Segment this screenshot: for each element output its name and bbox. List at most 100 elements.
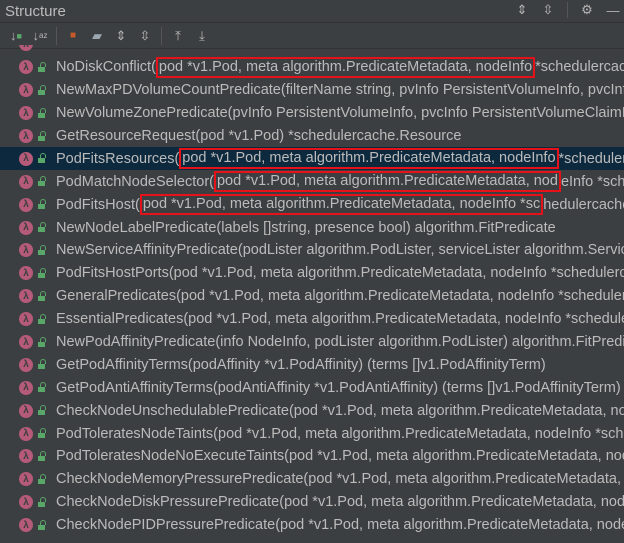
function-signature: pod *v1.Pod, meta algorithm.PredicateMet…: [284, 494, 624, 511]
function-item[interactable]: λ CheckNodePIDPressurePredicate(pod *v1.P…: [0, 514, 624, 537]
function-name: NewServiceAffinityPredicate(: [56, 242, 243, 259]
function-signature: pod *v1.Pod, meta algorithm.PredicateMet…: [188, 311, 624, 328]
function-signature: podLister algorithm.PodLister, serviceLi…: [242, 242, 624, 259]
function-lambda-icon: λ: [19, 106, 33, 121]
function-lambda-icon: λ: [19, 403, 33, 418]
public-lock-icon: [38, 176, 47, 187]
function-lambda-icon: λ: [19, 197, 33, 212]
function-lambda-icon: λ: [19, 83, 33, 98]
function-item[interactable]: λ GeneralPredicates(pod *v1.Pod, meta alg…: [0, 285, 624, 308]
function-lambda-icon: λ: [19, 357, 33, 372]
public-lock-icon: [38, 130, 47, 141]
function-lambda-icon: λ: [19, 472, 33, 487]
divider: [567, 2, 568, 18]
function-signature: podAffinity *v1.PodAffinity) (terms []v1…: [192, 356, 546, 373]
function-signature: pod *v1.Pod, meta algorithm.PredicateMet…: [173, 265, 624, 282]
function-item[interactable]: λ CheckNodeUnschedulablePredicate(pod *v1…: [0, 399, 624, 422]
function-item[interactable]: λ PodFitsHost(pod *v1.Pod, meta algorithm…: [0, 193, 624, 216]
public-lock-icon: [38, 107, 47, 118]
public-lock-icon: [38, 382, 47, 393]
function-signature: hedulercache.NodeInfo: [543, 196, 624, 213]
function-lambda-icon: λ: [19, 220, 33, 235]
function-lambda-icon: λ: [19, 174, 33, 189]
function-item[interactable]: λ EssentialPredicates(pod *v1.Pod, meta a…: [0, 308, 624, 331]
function-lambda-icon: λ: [19, 129, 33, 143]
function-item[interactable]: λ NoDiskConflict(pod *v1.Pod, meta algori…: [0, 56, 624, 79]
function-item[interactable]: λ CheckNodeMemoryPressurePredicate(pod *v…: [0, 468, 624, 491]
public-lock-icon: [38, 313, 47, 324]
function-name: PodFitsHost(: [56, 196, 140, 213]
function-lambda-icon: λ: [19, 380, 33, 395]
public-lock-icon: [38, 84, 47, 95]
function-lambda-icon: λ: [19, 266, 33, 281]
function-item[interactable]: λ GetResourceRequest(pod *v1.Pod) *schedu…: [0, 125, 624, 148]
sort-alphabetically-icon[interactable]: ↓ az: [28, 26, 52, 46]
function-signature: *schedulercache.NodeInfo: [558, 150, 624, 167]
public-lock-icon: [38, 450, 47, 461]
collapse-all-icon[interactable]: ⇳: [541, 2, 555, 17]
function-name: NewNodeLabelPredicate(: [56, 219, 222, 236]
collapse-all-icon[interactable]: ⇳: [133, 26, 157, 46]
function-lambda-icon: λ: [19, 495, 33, 510]
function-name: EssentialPredicates(: [56, 311, 189, 328]
function-item[interactable]: λ PodFitsHostPorts(pod *v1.Pod, meta algo…: [0, 262, 624, 285]
function-lambda-icon: λ: [19, 335, 33, 350]
function-signature: pod *v1.Pod, meta algorithm.PredicateMet…: [288, 448, 624, 465]
highlight-box: pod *v1.Pod, meta algorithm.PredicateMet…: [155, 56, 536, 78]
highlight-box: pod *v1.Pod, meta algorithm.PredicateMet…: [213, 171, 561, 193]
function-signature: pvInfo PersistentVolumeInfo, pvcInfo Per…: [232, 105, 624, 122]
expand-all-icon[interactable]: ⇕: [515, 2, 529, 17]
function-lambda-icon: λ: [19, 243, 33, 258]
show-fields-icon[interactable]: ▰: [85, 26, 109, 46]
autoscroll-to-source-icon[interactable]: ⤒: [166, 26, 190, 46]
function-name: NoDiskConflict(: [56, 59, 156, 76]
function-lambda-icon: λ: [19, 449, 33, 464]
structure-panel-header: Structure ⇕ ⇳ ⚙ —: [0, 0, 624, 22]
function-name: CheckNodeDiskPressurePredicate(: [56, 494, 285, 511]
function-name: GetPodAntiAffinityTerms(: [56, 379, 218, 396]
expand-all-icon[interactable]: ⇕: [109, 26, 133, 46]
list-item-partial[interactable]: λ: [0, 45, 624, 56]
divider: [56, 26, 57, 45]
function-signature: filterName string, pvInfo PersistentVolu…: [285, 82, 624, 99]
public-lock-icon: [38, 222, 47, 233]
gear-icon[interactable]: ⚙: [580, 2, 594, 17]
function-item[interactable]: λ PodMatchNodeSelector(pod *v1.Pod, meta …: [0, 170, 624, 193]
structure-tree[interactable]: λ λNoDiskConflict(pod *v1.Pod, meta algo…: [0, 45, 624, 543]
function-lambda-icon: λ: [19, 518, 33, 533]
function-item[interactable]: λ NewServiceAffinityPredicate(podLister a…: [0, 239, 624, 262]
public-lock-icon: [38, 405, 47, 416]
function-item[interactable]: λ CheckNodeDiskPressurePredicate(pod *v1.…: [0, 491, 624, 514]
function-item[interactable]: λ PodToleratesNodeNoExecuteTaints(pod *v1…: [0, 445, 624, 468]
public-lock-icon: [38, 290, 47, 301]
function-item[interactable]: λ NewNodeLabelPredicate(labels []string, …: [0, 216, 624, 239]
function-signature: eInfo *schedulercache.NodeInfo: [560, 173, 624, 190]
function-signature: podAntiAffinity *v1.PodAntiAffinity) (te…: [217, 379, 621, 396]
function-item[interactable]: λ NewVolumeZonePredicate(pvInfo Persisten…: [0, 102, 624, 125]
function-name: GetResourceRequest(: [56, 128, 201, 144]
autoscroll-from-source-icon[interactable]: ⤓: [190, 26, 214, 46]
function-name: CheckNodeMemoryPressurePredicate(: [56, 471, 309, 488]
public-lock-icon: [38, 267, 47, 278]
function-name: PodFitsHostPorts(: [56, 265, 174, 282]
public-lock-icon: [38, 496, 47, 507]
show-non-public-icon[interactable]: ■: [61, 26, 85, 46]
public-lock-icon: [38, 359, 47, 370]
minimize-icon[interactable]: —: [606, 3, 620, 18]
function-name: PodFitsResources(: [56, 150, 180, 167]
function-signature: pod *v1.Pod, meta algorithm.PredicateMet…: [293, 402, 624, 419]
function-item[interactable]: λ GetPodAffinityTerms(podAffinity *v1.Pod…: [0, 353, 624, 376]
function-signature: pod *v1.Pod, meta algorithm.PredicateMet…: [218, 425, 624, 442]
function-name: PodToleratesNodeNoExecuteTaints(: [56, 448, 289, 465]
function-item[interactable]: λ NewMaxPDVolumeCountPredicate(filterName…: [0, 79, 624, 102]
public-lock-icon: [38, 153, 47, 164]
public-lock-icon: [38, 61, 47, 72]
sort-by-visibility-icon[interactable]: ↓ ■: [4, 26, 28, 46]
public-lock-icon: [38, 336, 47, 347]
function-item[interactable]: λ GetPodAntiAffinityTerms(podAntiAffinity…: [0, 376, 624, 399]
function-signature: pod *v1.Pod, meta algorithm.PredicateMet…: [308, 471, 624, 488]
function-signature: *schedulercache.NodeInfo: [535, 59, 624, 76]
function-item[interactable]: λ PodFitsResources(pod *v1.Pod, meta algo…: [0, 147, 624, 171]
function-item[interactable]: λ NewPodAffinityPredicate(info NodeInfo, …: [0, 331, 624, 354]
function-item[interactable]: λ PodToleratesNodeTaints(pod *v1.Pod, met…: [0, 422, 624, 445]
